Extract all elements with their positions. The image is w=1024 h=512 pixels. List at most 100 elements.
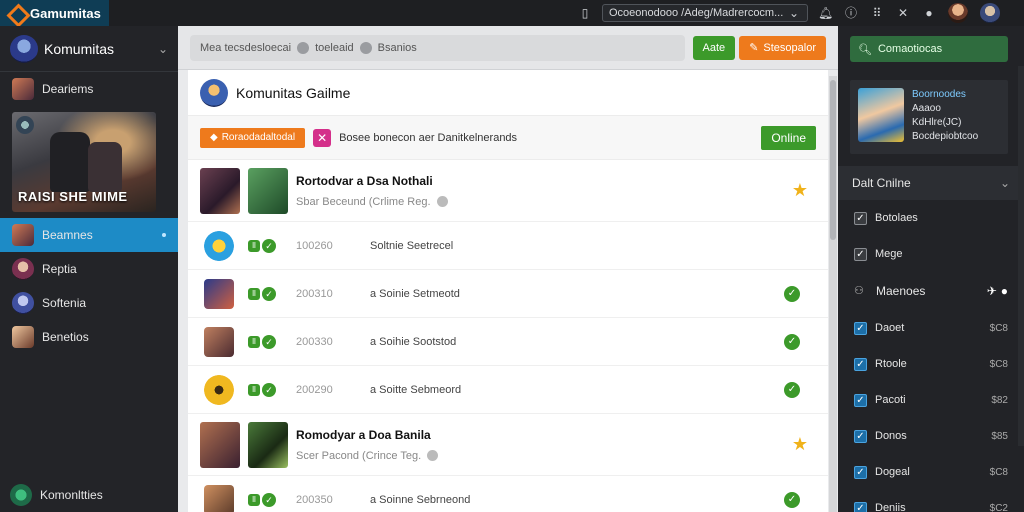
check-icon: ✓ xyxy=(262,286,276,301)
member-item[interactable]: ✓ Donos $85 xyxy=(838,418,1024,454)
member-item[interactable]: ✓ Deniis $C2 xyxy=(838,490,1024,512)
profile-card[interactable]: Boornoodes Aaaoo KdHlre(JC) Bocdepiobtco… xyxy=(850,80,1008,154)
check-icon: ✓ xyxy=(262,382,276,397)
tools-icon[interactable]: ✕ xyxy=(896,6,910,20)
online-button[interactable]: Online xyxy=(761,125,816,150)
rocket-icon[interactable]: ✈ xyxy=(987,284,997,298)
badge-icon xyxy=(16,116,34,134)
row-number: 200350 xyxy=(296,493,333,506)
section-dalt-cnilne[interactable]: Dalt Cnilne ⌄ xyxy=(838,166,1024,200)
check-icon: ✓ xyxy=(262,238,276,253)
pause-icon: ll xyxy=(248,335,260,348)
chevron-down-icon[interactable]: ⌄ xyxy=(1000,176,1010,190)
chevron-down-icon[interactable]: ⌄ xyxy=(787,6,801,20)
sidebar-item-beamnes[interactable]: Beamnes xyxy=(0,218,178,252)
check-icon: ✓ xyxy=(262,334,276,349)
sidebar-header[interactable]: Komumitas ⌄ xyxy=(0,26,178,72)
checkbox-icon[interactable]: ✓ xyxy=(854,321,867,335)
check-circle-icon[interactable]: ✓ xyxy=(784,491,800,508)
notification-icon[interactable]: ● xyxy=(922,6,936,20)
users-icon: ⚇ xyxy=(854,285,864,297)
circle-icon[interactable]: ● xyxy=(1001,284,1008,298)
row-title: Romodyar a Doa Banila xyxy=(296,427,431,442)
row-number: 200330 xyxy=(296,335,333,348)
list-item[interactable]: ll ✓ 200350 a Soinne Sebrneond ✓ xyxy=(188,476,828,512)
member-item[interactable]: ✓ Daoet $C8 xyxy=(838,310,1024,346)
check-circle-icon[interactable]: ✓ xyxy=(784,381,800,398)
game-icon xyxy=(204,278,234,309)
member-value: $85 xyxy=(991,430,1008,442)
member-value: $82 xyxy=(991,394,1008,406)
checkbox-icon[interactable]: ✓ xyxy=(854,429,867,443)
close-icon[interactable]: ✕ xyxy=(313,128,332,147)
bookmark-icon[interactable]: ▯ xyxy=(578,6,592,20)
list-item[interactable]: ll ✓ 200290 a Soitte Sebmeord ✓ xyxy=(188,366,828,414)
checkbox-icon[interactable]: ✓ xyxy=(854,465,867,479)
list-item[interactable]: Rortodvar a Dsa Nothali Sbar Beceund (Cr… xyxy=(188,160,828,222)
checkbox-icon[interactable]: ✓ xyxy=(854,393,867,407)
list-item[interactable]: ll ✓ 200330 a Soihie Sootstod ✓ xyxy=(188,318,828,366)
member-label: Rtoole xyxy=(875,358,907,370)
filter-label: Mege xyxy=(875,248,903,260)
game-thumb-icon xyxy=(12,292,34,314)
sidebar-footer[interactable]: Komonltties xyxy=(0,478,178,512)
address-bar[interactable]: Ocoeonodooo /Adeg/Madrercocm... ⌄ xyxy=(602,4,808,22)
sidebar-item-deariems[interactable]: Deariems xyxy=(0,72,178,106)
sidebar-item-softenia[interactable]: Softenia xyxy=(0,286,178,320)
profile-line: Bocdepiobtcoo xyxy=(912,131,979,142)
profile-avatar[interactable] xyxy=(980,3,1000,23)
filter-field[interactable]: Mea tecsdesloecai toeleaid Bsanios xyxy=(190,34,685,61)
chevron-down-icon[interactable]: ⌄ xyxy=(158,42,168,56)
row-label: a Soihie Sootstod xyxy=(370,335,457,348)
bell-icon[interactable]: 🔔︎ xyxy=(818,6,833,20)
alert-action-label: Roraodadaltodal xyxy=(221,132,296,143)
checkbox-icon[interactable]: ✓ xyxy=(854,211,867,225)
game-thumb-icon xyxy=(12,326,34,348)
brand[interactable]: Gamumitas xyxy=(0,0,109,26)
info-icon[interactable]: ⓘ xyxy=(844,6,858,20)
featured-banner[interactable]: RAISI SHE MIME xyxy=(12,112,156,212)
checkbox-icon[interactable]: ✓ xyxy=(854,247,867,261)
list-item[interactable]: ll ✓ 100260 Soltnie Seetrecel xyxy=(188,222,828,270)
grid-icon[interactable]: ⠿ xyxy=(870,6,884,20)
sidebar-item-reptia[interactable]: Reptia xyxy=(0,252,178,286)
scrollbar-thumb[interactable] xyxy=(830,80,836,240)
scrollbar[interactable] xyxy=(829,76,837,512)
filter-checkbox[interactable]: ✓ Mege xyxy=(838,236,1024,272)
row-label: a Soinne Sebrneond xyxy=(370,493,471,506)
member-label: Donos xyxy=(875,430,907,442)
row-title: Rortodvar a Dsa Nothali xyxy=(296,173,433,188)
list-item[interactable]: ll ✓ 200310 a Soinie Setmeotd ✓ xyxy=(188,270,828,318)
sort-button[interactable]: ✎ Stesopalor xyxy=(739,35,826,60)
check-circle-icon[interactable]: ✓ xyxy=(784,285,800,302)
game-thumb-icon xyxy=(12,78,34,100)
member-item[interactable]: ✓ Dogeal $C8 xyxy=(838,454,1024,490)
brand-logo-icon xyxy=(8,5,24,21)
member-label: Pacoti xyxy=(875,394,906,406)
star-icon[interactable]: ★ xyxy=(790,434,810,455)
member-item[interactable]: ✓ Rtoole $C8 xyxy=(838,346,1024,382)
profile-name: Boornoodes xyxy=(912,89,966,100)
star-icon[interactable]: ★ xyxy=(790,180,810,201)
sidebar-title: Komumitas xyxy=(44,40,115,57)
list-item[interactable]: Romodyar a Doa Banila Scer Pacond (Crinc… xyxy=(188,414,828,476)
check-circle-icon[interactable]: ✓ xyxy=(784,333,800,350)
row-subtitle: Sbar Beceund (Crlime Reg. xyxy=(296,196,790,208)
filter-checkbox[interactable]: ✓ Botolaes xyxy=(838,200,1024,236)
sidebar-item-benetios[interactable]: Benetios xyxy=(0,320,178,354)
alert-bar: ◆ Roraodadaltodal ✕ Bosee bonecon aer Da… xyxy=(188,116,828,160)
user-avatar[interactable] xyxy=(948,3,968,23)
right-panel: 🔍︎ Comaotiocas Boornoodes Aaaoo KdHlre(J… xyxy=(838,26,1024,512)
member-item[interactable]: ✓ Pacoti $82 xyxy=(838,382,1024,418)
top-right-controls: ▯ Ocoeonodooo /Adeg/Madrercocm... ⌄ 🔔︎ ⓘ… xyxy=(578,0,1000,26)
checkbox-icon[interactable]: ✓ xyxy=(854,501,867,512)
right-scrollbar[interactable] xyxy=(1018,66,1024,446)
chip-label[interactable]: toeleaid xyxy=(315,42,354,54)
chip-label[interactable]: Bsanios xyxy=(378,42,417,54)
checkbox-icon[interactable]: ✓ xyxy=(854,357,867,371)
section-title: Dalt Cnilne xyxy=(852,176,911,190)
alert-action-button[interactable]: ◆ Roraodadaltodal xyxy=(200,127,306,148)
search-input[interactable]: 🔍︎ Comaotiocas xyxy=(850,36,1008,62)
game-thumb-icon xyxy=(12,224,34,246)
add-button[interactable]: Aate xyxy=(692,35,736,60)
